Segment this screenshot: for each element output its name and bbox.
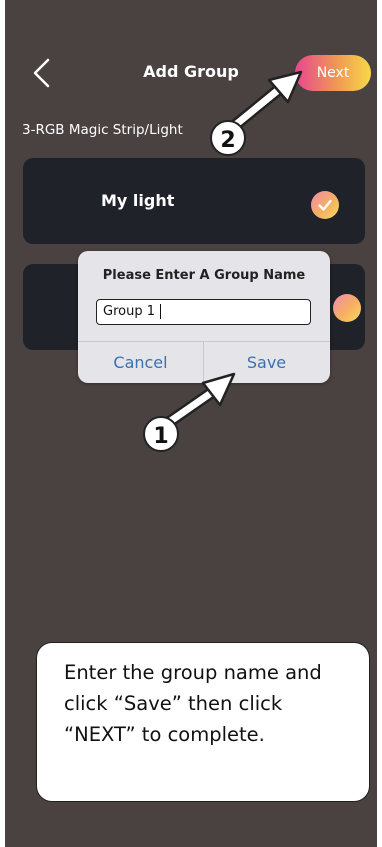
next-button[interactable]: Next: [295, 55, 371, 91]
instruction-text: Enter the group name and click “Save” th…: [64, 661, 322, 746]
step-1-number: 1: [153, 424, 168, 449]
save-button[interactable]: Save: [204, 342, 329, 383]
device-type-label: 3-RGB Magic Strip/Light: [22, 122, 183, 138]
next-button-label: Next: [316, 65, 350, 81]
cancel-button[interactable]: Cancel: [78, 342, 203, 383]
step-2-badge: 2: [210, 120, 246, 156]
step-2-number: 2: [220, 128, 235, 153]
step-1-badge: 1: [143, 416, 179, 452]
light-card-label: My light: [101, 191, 175, 210]
instruction-callout: Enter the group name and click “Save” th…: [36, 642, 370, 802]
group-name-input[interactable]: Group 1: [96, 299, 311, 325]
text-caret: [159, 304, 161, 319]
cancel-button-label: Cancel: [113, 353, 168, 372]
save-button-label: Save: [246, 353, 287, 372]
light-card[interactable]: My light: [23, 158, 365, 244]
check-icon[interactable]: [333, 294, 361, 322]
group-name-input-value: Group 1: [103, 304, 155, 319]
group-name-dialog: Please Enter A Group Name Group 1 Cancel…: [78, 251, 330, 383]
dialog-title: Please Enter A Group Name: [102, 268, 306, 283]
check-icon[interactable]: [311, 191, 339, 219]
phone-screen: Add Group Next 3-RGB Magic Strip/Light M…: [5, 0, 377, 847]
